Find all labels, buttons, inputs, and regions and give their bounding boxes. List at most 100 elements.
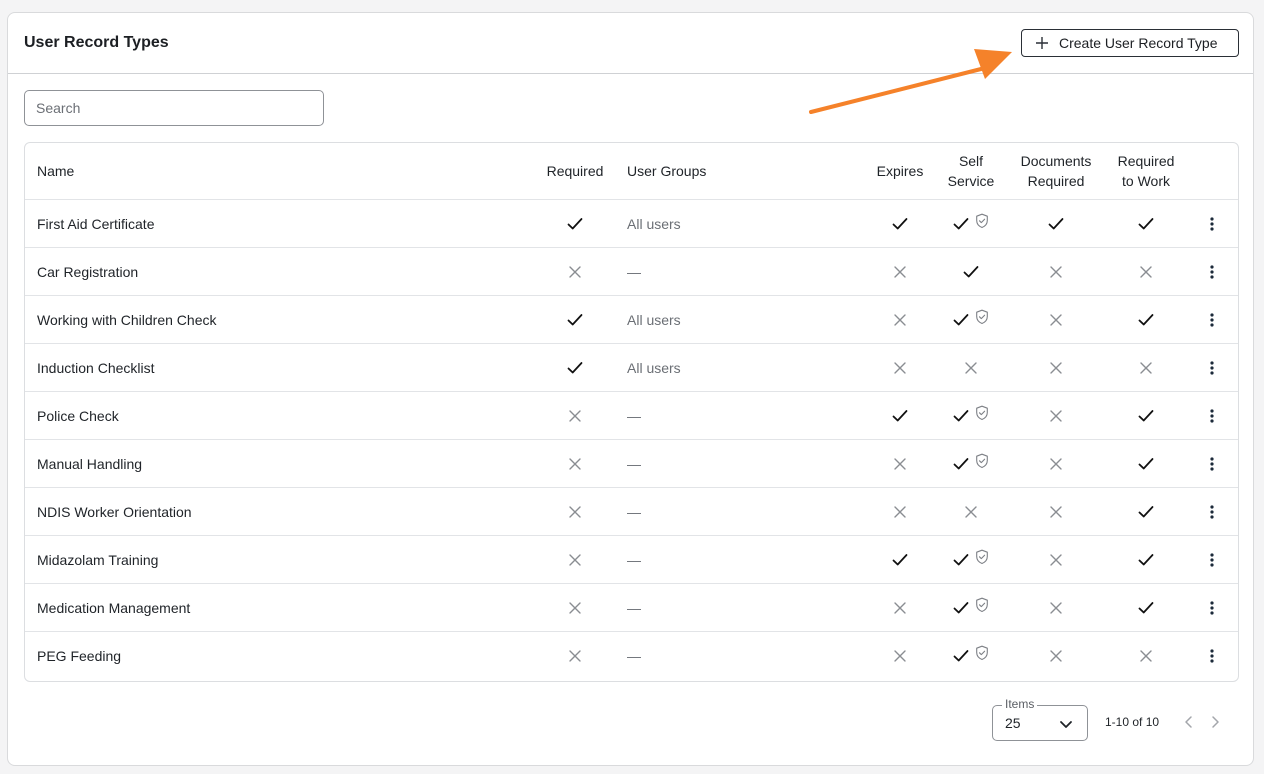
- header-self-service: Self Service: [931, 143, 1011, 199]
- documents-required-cell: [1011, 440, 1101, 487]
- more-vertical-icon[interactable]: [1197, 248, 1227, 295]
- cross-icon: [1049, 505, 1063, 519]
- create-user-record-type-button[interactable]: Create User Record Type: [1021, 29, 1239, 57]
- more-vertical-icon[interactable]: [1197, 584, 1227, 631]
- table-row[interactable]: Car Registration —: [25, 248, 1238, 296]
- check-icon: [1138, 217, 1154, 231]
- card-header: User Record Types Create User Record Typ…: [8, 13, 1253, 74]
- record-type-name: Induction Checklist: [37, 359, 155, 376]
- cross-icon: [1049, 409, 1063, 423]
- shield-check-icon: [975, 405, 989, 421]
- expires-cell: [860, 248, 940, 295]
- table-row[interactable]: Induction Checklist All users: [25, 344, 1238, 392]
- shield-check-icon: [975, 453, 989, 469]
- required-cell: [535, 200, 615, 247]
- shield-check-icon: [975, 549, 989, 565]
- more-vertical-icon[interactable]: [1197, 536, 1227, 583]
- table-row[interactable]: Midazolam Training —: [25, 536, 1238, 584]
- more-vertical-icon[interactable]: [1197, 632, 1227, 680]
- cross-icon: [1139, 265, 1153, 279]
- plus-icon: [1035, 36, 1049, 50]
- shield-check-icon: [975, 213, 989, 229]
- required-to-work-cell: [1101, 248, 1191, 295]
- more-vertical-icon[interactable]: [1197, 488, 1227, 535]
- header-expires: Expires: [876, 163, 924, 179]
- self-service-cell: [931, 392, 1011, 439]
- table-header-row: Name Required User Groups Expires Self S…: [25, 143, 1238, 200]
- documents-required-cell: [1011, 632, 1101, 680]
- user-groups-cell: —: [627, 263, 641, 280]
- documents-required-cell: [1011, 248, 1101, 295]
- check-icon: [892, 553, 908, 567]
- cross-icon: [1049, 265, 1063, 279]
- more-vertical-icon[interactable]: [1197, 344, 1227, 391]
- table-row[interactable]: Medication Management —: [25, 584, 1238, 632]
- required-cell: [535, 536, 615, 583]
- record-type-name: PEG Feeding: [37, 648, 122, 664]
- self-service-cell: [931, 536, 1011, 583]
- cross-icon: [964, 505, 978, 519]
- expires-cell: [860, 200, 940, 247]
- cross-icon: [893, 361, 907, 375]
- create-button-label: Create User Record Type: [1059, 35, 1218, 51]
- chevron-left-icon[interactable]: [1183, 715, 1195, 734]
- table-row[interactable]: First Aid Certificate All users: [25, 200, 1238, 248]
- more-vertical-icon[interactable]: [1197, 440, 1227, 487]
- check-icon: [953, 313, 969, 327]
- user-groups-cell: —: [627, 407, 641, 424]
- required-to-work-cell: [1101, 296, 1191, 343]
- check-icon: [953, 649, 969, 663]
- more-vertical-icon[interactable]: [1197, 392, 1227, 439]
- search-input[interactable]: [24, 90, 324, 126]
- page-title: User Record Types: [24, 34, 169, 51]
- documents-required-cell: [1011, 296, 1101, 343]
- header-work-line2: to Work: [1122, 173, 1170, 189]
- required-cell: [535, 248, 615, 295]
- header-self-service-line1: Self: [958, 153, 984, 169]
- user-groups-cell: —: [627, 455, 641, 472]
- header-name[interactable]: Name: [37, 143, 74, 199]
- documents-required-cell: [1011, 344, 1101, 391]
- user-groups-cell: All users: [627, 215, 681, 232]
- required-to-work-cell: [1101, 440, 1191, 487]
- cross-icon: [893, 265, 907, 279]
- cross-icon: [568, 649, 582, 663]
- check-icon: [1138, 409, 1154, 423]
- documents-required-cell: [1011, 536, 1101, 583]
- expires-cell: [860, 440, 940, 487]
- self-service-cell: [931, 296, 1011, 343]
- expires-cell: [860, 536, 940, 583]
- table-row[interactable]: PEG Feeding —: [25, 632, 1238, 680]
- table-row[interactable]: Police Check —: [25, 392, 1238, 440]
- required-to-work-cell: [1101, 344, 1191, 391]
- cross-icon: [568, 601, 582, 615]
- required-cell: [535, 632, 615, 680]
- more-vertical-icon[interactable]: [1197, 200, 1227, 247]
- check-icon: [953, 457, 969, 471]
- table-row[interactable]: Manual Handling —: [25, 440, 1238, 488]
- cross-icon: [1139, 649, 1153, 663]
- check-icon: [1138, 601, 1154, 615]
- expires-cell: [860, 632, 940, 680]
- items-per-page-value: 25: [1005, 715, 1021, 731]
- check-icon: [953, 553, 969, 567]
- check-icon: [567, 217, 583, 231]
- pagination-range: 1-10 of 10: [1105, 715, 1160, 729]
- record-type-name: First Aid Certificate: [37, 215, 155, 232]
- self-service-cell: [931, 632, 1011, 680]
- self-service-cell: [931, 344, 1011, 391]
- check-icon: [567, 361, 583, 375]
- check-icon: [892, 409, 908, 423]
- chevron-right-icon[interactable]: [1209, 715, 1221, 734]
- cross-icon: [568, 505, 582, 519]
- table-row[interactable]: NDIS Worker Orientation —: [25, 488, 1238, 536]
- header-self-service-line2: Service: [947, 173, 995, 189]
- cross-icon: [568, 553, 582, 567]
- cross-icon: [568, 457, 582, 471]
- cross-icon: [1049, 601, 1063, 615]
- more-vertical-icon[interactable]: [1197, 296, 1227, 343]
- record-type-name: Car Registration: [37, 263, 139, 280]
- check-icon: [1138, 457, 1154, 471]
- table-row[interactable]: Working with Children Check All users: [25, 296, 1238, 344]
- cross-icon: [893, 457, 907, 471]
